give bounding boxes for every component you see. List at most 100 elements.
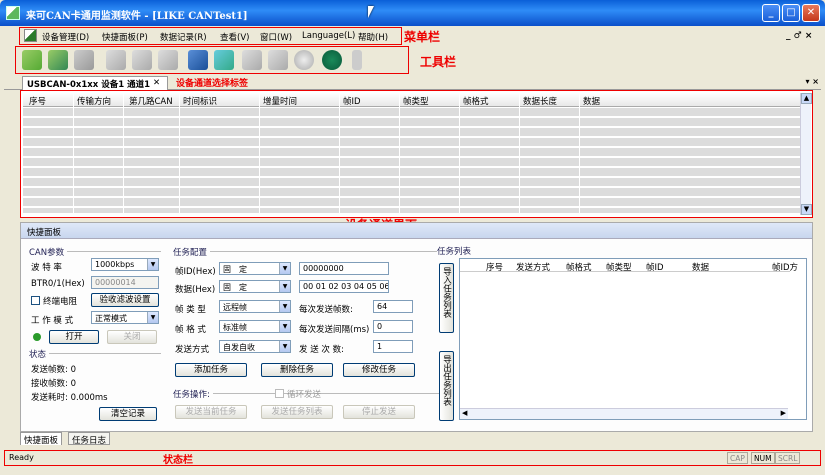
tl-col-data[interactable]: 数据	[692, 261, 709, 273]
tab-quick-panel[interactable]: 快捷面板	[20, 432, 63, 446]
tab-task-log[interactable]: 任务日志	[68, 432, 111, 446]
grid-header: 序号 传输方向 第几路CAN 时间标识 增量时间 帧ID 帧类型 帧格式 数据长…	[23, 93, 800, 107]
col-frame-format[interactable]: 帧格式	[463, 95, 489, 107]
data-mode-select[interactable]: 固 定 ▼	[219, 280, 291, 293]
scroll-left-icon[interactable]: ◀	[462, 409, 467, 417]
col-index[interactable]: 序号	[29, 95, 46, 107]
toolbar-overflow-icon[interactable]	[352, 50, 362, 70]
stop-icon[interactable]	[158, 50, 178, 70]
loop-send-checkbox[interactable]	[275, 389, 284, 398]
frame-id-field[interactable]: 00000000	[299, 262, 389, 275]
channel-tab[interactable]: USBCAN-0x1xx 设备1 通道1 ✕	[22, 76, 168, 90]
tl-col-format[interactable]: 帧格式	[566, 261, 592, 273]
record-icon[interactable]	[214, 50, 234, 70]
maximize-button[interactable]: □	[782, 4, 800, 22]
col-data[interactable]: 数据	[583, 95, 600, 107]
pause-icon[interactable]	[268, 50, 288, 70]
col-frame-type[interactable]: 帧类型	[403, 95, 429, 107]
frame-type-select[interactable]: 远程帧 ▼	[219, 300, 291, 313]
status-group: 状态	[29, 348, 161, 360]
import-task-list-button[interactable]: 导入任务列表	[439, 263, 454, 333]
chevron-down-icon: ▼	[279, 281, 290, 292]
open-button[interactable]: 打开	[49, 330, 99, 344]
add-icon[interactable]	[106, 50, 126, 70]
statusbar-annotation: 状态栏	[163, 455, 193, 466]
quick-panel: 快捷面板 CAN参数 波 特 率 1000kbps ▼ BTR0/1(Hex) 0…	[20, 222, 813, 432]
play-icon[interactable]	[242, 50, 262, 70]
send-method-select[interactable]: 自发自收 ▼	[219, 340, 291, 353]
grid-scrollbar[interactable]: ▲ ▼	[800, 93, 812, 215]
menu-data-record[interactable]: 数据记录(R)	[160, 31, 207, 43]
menu-quick-panel[interactable]: 快捷面板(P)	[102, 31, 148, 43]
menu-bar: 设备管理(D) 快捷面板(P) 数据记录(R) 查看(V) 窗口(W) Lang…	[4, 27, 821, 45]
menu-view[interactable]: 查看(V)	[220, 31, 249, 43]
col-frame-id[interactable]: 帧ID	[343, 95, 361, 107]
menu-help[interactable]: 帮助(H)	[358, 31, 388, 43]
tl-col-id[interactable]: 帧ID	[646, 261, 664, 273]
frame-id-mode-select[interactable]: 固 定 ▼	[219, 262, 291, 275]
scroll-down-icon[interactable]: ▼	[801, 204, 812, 215]
app-icon	[6, 6, 20, 20]
frame-format-select[interactable]: 标准帧 ▼	[219, 320, 291, 333]
export-task-list-button[interactable]: 导出任务列表	[439, 351, 454, 421]
task-config-title: 任务配置	[173, 246, 211, 258]
close-icon[interactable]: ✕	[153, 78, 160, 88]
send-icon[interactable]	[132, 50, 152, 70]
edit-task-button[interactable]: 修改任务	[343, 363, 415, 377]
data-field[interactable]: 00 01 02 03 04 05 06 07	[299, 280, 389, 293]
info-icon[interactable]	[294, 50, 314, 70]
menu-language[interactable]: Language(L)	[302, 31, 355, 41]
chevron-down-icon: ▼	[147, 259, 158, 270]
scroll-up-icon[interactable]: ▲	[801, 93, 812, 104]
chevron-down-icon: ▼	[279, 341, 290, 352]
task-list-hscroll[interactable]: ◀ ▶	[460, 408, 788, 419]
baud-select[interactable]: 1000kbps ▼	[91, 258, 159, 271]
send-current-task-button[interactable]: 发送当前任务	[175, 405, 247, 419]
stop-send-button[interactable]: 停止发送	[343, 405, 415, 419]
delete-task-button[interactable]: 删除任务	[261, 363, 333, 377]
col-direction[interactable]: 传输方向	[77, 95, 111, 107]
table-row	[23, 198, 800, 207]
mode-select[interactable]: 正常模式 ▼	[91, 311, 159, 324]
table-row	[23, 178, 800, 187]
frame-type-label: 帧 类 型	[175, 305, 206, 315]
toolbar	[15, 46, 409, 74]
close-channel-button[interactable]: 关闭	[107, 330, 157, 344]
clear-records-button[interactable]: 清空记录	[99, 407, 157, 421]
mode-label: 工 作 模 式	[31, 316, 74, 326]
minimize-button[interactable]: _	[762, 4, 780, 22]
window-title: 来可CAN卡通用监测软件 - [LIKE CANTest1]	[26, 11, 248, 22]
tl-col-type[interactable]: 帧类型	[606, 261, 632, 273]
col-timestamp[interactable]: 时间标识	[183, 95, 217, 107]
add-task-button[interactable]: 添加任务	[175, 363, 247, 377]
reset-icon[interactable]	[74, 50, 94, 70]
close-button[interactable]: ✕	[802, 4, 820, 22]
save-icon[interactable]	[188, 50, 208, 70]
like-logo-icon[interactable]	[322, 50, 342, 70]
mdi-controls[interactable]: _ ♂ ×	[786, 31, 812, 41]
tl-col-index[interactable]: 序号	[486, 261, 503, 273]
col-delta-time[interactable]: 增量时间	[263, 95, 297, 107]
menu-device[interactable]: 设备管理(D)	[42, 31, 89, 43]
col-can-channel[interactable]: 第几路CAN	[129, 95, 173, 107]
tl-col-id-extra[interactable]: 帧ID方	[772, 261, 798, 273]
tab-strip-controls[interactable]: ▾ ×	[805, 77, 819, 86]
btr-field[interactable]: 00000014	[91, 276, 159, 289]
grid-column-divider	[179, 93, 180, 213]
menu-window[interactable]: 窗口(W)	[260, 31, 292, 43]
termination-checkbox[interactable]	[31, 296, 40, 305]
col-data-length[interactable]: 数据长度	[523, 95, 557, 107]
interval-field[interactable]: 0	[373, 320, 413, 333]
status-bar: Ready 状态栏 CAP NUM SCRL	[4, 450, 821, 466]
channel-tab-strip: USBCAN-0x1xx 设备1 通道1 ✕ 设备通道选择标签 ▾ ×	[4, 76, 821, 90]
send-count-field[interactable]: 1	[373, 340, 413, 353]
filter-settings-button[interactable]: 验收滤波设置	[91, 293, 159, 307]
scroll-right-icon[interactable]: ▶	[781, 409, 786, 417]
tl-col-method[interactable]: 发送方式	[516, 261, 550, 273]
status-text: Ready	[9, 453, 34, 462]
send-task-list-button[interactable]: 发送任务列表	[261, 405, 333, 419]
bottom-tabs: 快捷面板 任务日志	[20, 432, 813, 446]
disconnect-icon[interactable]	[48, 50, 68, 70]
connect-icon[interactable]	[22, 50, 42, 70]
per-send-field[interactable]: 64	[373, 300, 413, 313]
